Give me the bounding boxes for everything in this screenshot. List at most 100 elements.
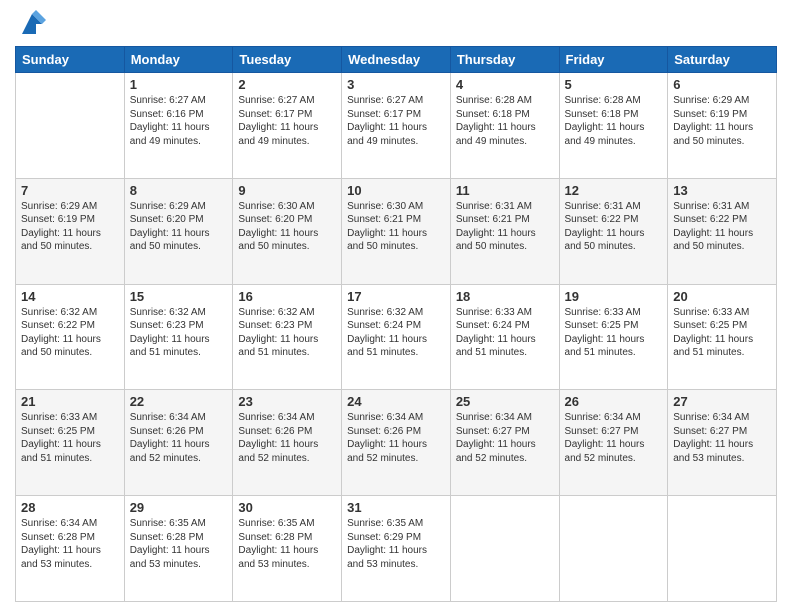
day-info: Sunrise: 6:35 AMSunset: 6:28 PMDaylight:… (130, 517, 228, 571)
day-info: Sunrise: 6:28 AMSunset: 6:18 PMDaylight:… (456, 94, 554, 148)
calendar-cell: 12Sunrise: 6:31 AMSunset: 6:22 PMDayligh… (559, 178, 668, 284)
day-number: 23 (238, 394, 336, 409)
day-info: Sunrise: 6:32 AMSunset: 6:24 PMDaylight:… (347, 306, 445, 360)
day-info: Sunrise: 6:28 AMSunset: 6:18 PMDaylight:… (565, 94, 663, 148)
calendar-cell: 4 Sunrise: 6:28 AMSunset: 6:18 PMDaylight… (450, 73, 559, 179)
day-number: 11 (456, 183, 554, 198)
calendar-cell (668, 496, 777, 602)
calendar-cell: 22Sunrise: 6:34 AMSunset: 6:26 PMDayligh… (124, 390, 233, 496)
day-info: Sunrise: 6:30 AMSunset: 6:20 PMDaylight:… (238, 200, 336, 254)
day-info: Sunrise: 6:30 AMSunset: 6:21 PMDaylight:… (347, 200, 445, 254)
calendar-week-row: 21Sunrise: 6:33 AMSunset: 6:25 PMDayligh… (16, 390, 777, 496)
calendar-cell: 18Sunrise: 6:33 AMSunset: 6:24 PMDayligh… (450, 284, 559, 390)
calendar-cell: 23 Sunrise: 6:34 AMSunset: 6:26 PMDayligh… (233, 390, 342, 496)
calendar-cell: 8 Sunrise: 6:29 AMSunset: 6:20 PMDaylight… (124, 178, 233, 284)
calendar-cell: 24 Sunrise: 6:34 AMSunset: 6:26 PMDayligh… (342, 390, 451, 496)
calendar-header-monday: Monday (124, 47, 233, 73)
calendar-week-row: 28 Sunrise: 6:34 AMSunset: 6:28 PMDayligh… (16, 496, 777, 602)
day-number: 7 (21, 183, 119, 198)
day-info: Sunrise: 6:27 AMSunset: 6:17 PMDaylight:… (238, 94, 336, 148)
calendar-week-row: 7 Sunrise: 6:29 AMSunset: 6:19 PMDaylight… (16, 178, 777, 284)
day-number: 1 (130, 77, 228, 92)
calendar-header-tuesday: Tuesday (233, 47, 342, 73)
calendar-cell: 7 Sunrise: 6:29 AMSunset: 6:19 PMDaylight… (16, 178, 125, 284)
day-number: 6 (673, 77, 771, 92)
day-info: Sunrise: 6:31 AMSunset: 6:21 PMDaylight:… (456, 200, 554, 254)
day-info: Sunrise: 6:34 AMSunset: 6:28 PMDaylight:… (21, 517, 119, 571)
day-number: 5 (565, 77, 663, 92)
day-number: 8 (130, 183, 228, 198)
calendar-cell (559, 496, 668, 602)
calendar-header-friday: Friday (559, 47, 668, 73)
calendar-cell: 26Sunrise: 6:34 AMSunset: 6:27 PMDayligh… (559, 390, 668, 496)
day-info: Sunrise: 6:32 AMSunset: 6:23 PMDaylight:… (238, 306, 336, 360)
day-number: 18 (456, 289, 554, 304)
day-info: Sunrise: 6:31 AMSunset: 6:22 PMDaylight:… (565, 200, 663, 254)
day-number: 17 (347, 289, 445, 304)
page: SundayMondayTuesdayWednesdayThursdayFrid… (0, 0, 792, 612)
calendar-header-thursday: Thursday (450, 47, 559, 73)
day-info: Sunrise: 6:34 AMSunset: 6:27 PMDaylight:… (673, 411, 771, 465)
calendar-cell: 21Sunrise: 6:33 AMSunset: 6:25 PMDayligh… (16, 390, 125, 496)
day-number: 21 (21, 394, 119, 409)
calendar-cell: 17 Sunrise: 6:32 AMSunset: 6:24 PMDayligh… (342, 284, 451, 390)
day-number: 10 (347, 183, 445, 198)
logo-icon (18, 10, 46, 38)
calendar-cell: 28 Sunrise: 6:34 AMSunset: 6:28 PMDayligh… (16, 496, 125, 602)
day-info: Sunrise: 6:33 AMSunset: 6:25 PMDaylight:… (673, 306, 771, 360)
day-number: 15 (130, 289, 228, 304)
calendar-week-row: 1Sunrise: 6:27 AMSunset: 6:16 PMDaylight… (16, 73, 777, 179)
calendar-cell: 11 Sunrise: 6:31 AMSunset: 6:21 PMDayligh… (450, 178, 559, 284)
calendar-header-saturday: Saturday (668, 47, 777, 73)
calendar-cell (16, 73, 125, 179)
calendar-cell: 30 Sunrise: 6:35 AMSunset: 6:28 PMDayligh… (233, 496, 342, 602)
calendar-cell (450, 496, 559, 602)
day-number: 4 (456, 77, 554, 92)
calendar-header-wednesday: Wednesday (342, 47, 451, 73)
calendar-cell: 6Sunrise: 6:29 AMSunset: 6:19 PMDaylight… (668, 73, 777, 179)
day-info: Sunrise: 6:32 AMSunset: 6:22 PMDaylight:… (21, 306, 119, 360)
day-info: Sunrise: 6:35 AMSunset: 6:28 PMDaylight:… (238, 517, 336, 571)
calendar-header-sunday: Sunday (16, 47, 125, 73)
day-number: 20 (673, 289, 771, 304)
calendar-cell: 15 Sunrise: 6:32 AMSunset: 6:23 PMDayligh… (124, 284, 233, 390)
logo (15, 10, 46, 38)
calendar-week-row: 14 Sunrise: 6:32 AMSunset: 6:22 PMDayligh… (16, 284, 777, 390)
header (15, 10, 777, 38)
calendar-cell: 1Sunrise: 6:27 AMSunset: 6:16 PMDaylight… (124, 73, 233, 179)
day-info: Sunrise: 6:32 AMSunset: 6:23 PMDaylight:… (130, 306, 228, 360)
day-number: 14 (21, 289, 119, 304)
day-number: 13 (673, 183, 771, 198)
day-number: 24 (347, 394, 445, 409)
day-info: Sunrise: 6:29 AMSunset: 6:19 PMDaylight:… (21, 200, 119, 254)
day-info: Sunrise: 6:33 AMSunset: 6:25 PMDaylight:… (565, 306, 663, 360)
day-info: Sunrise: 6:34 AMSunset: 6:26 PMDaylight:… (347, 411, 445, 465)
calendar-cell: 13Sunrise: 6:31 AMSunset: 6:22 PMDayligh… (668, 178, 777, 284)
day-info: Sunrise: 6:34 AMSunset: 6:26 PMDaylight:… (238, 411, 336, 465)
day-number: 29 (130, 500, 228, 515)
day-number: 30 (238, 500, 336, 515)
day-number: 16 (238, 289, 336, 304)
calendar-cell: 27 Sunrise: 6:34 AMSunset: 6:27 PMDayligh… (668, 390, 777, 496)
day-info: Sunrise: 6:35 AMSunset: 6:29 PMDaylight:… (347, 517, 445, 571)
day-number: 9 (238, 183, 336, 198)
day-number: 19 (565, 289, 663, 304)
calendar-cell: 25Sunrise: 6:34 AMSunset: 6:27 PMDayligh… (450, 390, 559, 496)
day-number: 2 (238, 77, 336, 92)
calendar-table: SundayMondayTuesdayWednesdayThursdayFrid… (15, 46, 777, 602)
calendar-header-row: SundayMondayTuesdayWednesdayThursdayFrid… (16, 47, 777, 73)
day-number: 28 (21, 500, 119, 515)
day-info: Sunrise: 6:29 AMSunset: 6:20 PMDaylight:… (130, 200, 228, 254)
day-number: 27 (673, 394, 771, 409)
day-number: 25 (456, 394, 554, 409)
day-number: 26 (565, 394, 663, 409)
calendar-cell: 9 Sunrise: 6:30 AMSunset: 6:20 PMDaylight… (233, 178, 342, 284)
calendar-cell: 20 Sunrise: 6:33 AMSunset: 6:25 PMDayligh… (668, 284, 777, 390)
calendar-cell: 14 Sunrise: 6:32 AMSunset: 6:22 PMDayligh… (16, 284, 125, 390)
calendar-cell: 29 Sunrise: 6:35 AMSunset: 6:28 PMDayligh… (124, 496, 233, 602)
calendar-cell: 31Sunrise: 6:35 AMSunset: 6:29 PMDayligh… (342, 496, 451, 602)
day-info: Sunrise: 6:34 AMSunset: 6:26 PMDaylight:… (130, 411, 228, 465)
day-number: 3 (347, 77, 445, 92)
calendar-cell: 3Sunrise: 6:27 AMSunset: 6:17 PMDaylight… (342, 73, 451, 179)
calendar-cell: 19 Sunrise: 6:33 AMSunset: 6:25 PMDayligh… (559, 284, 668, 390)
